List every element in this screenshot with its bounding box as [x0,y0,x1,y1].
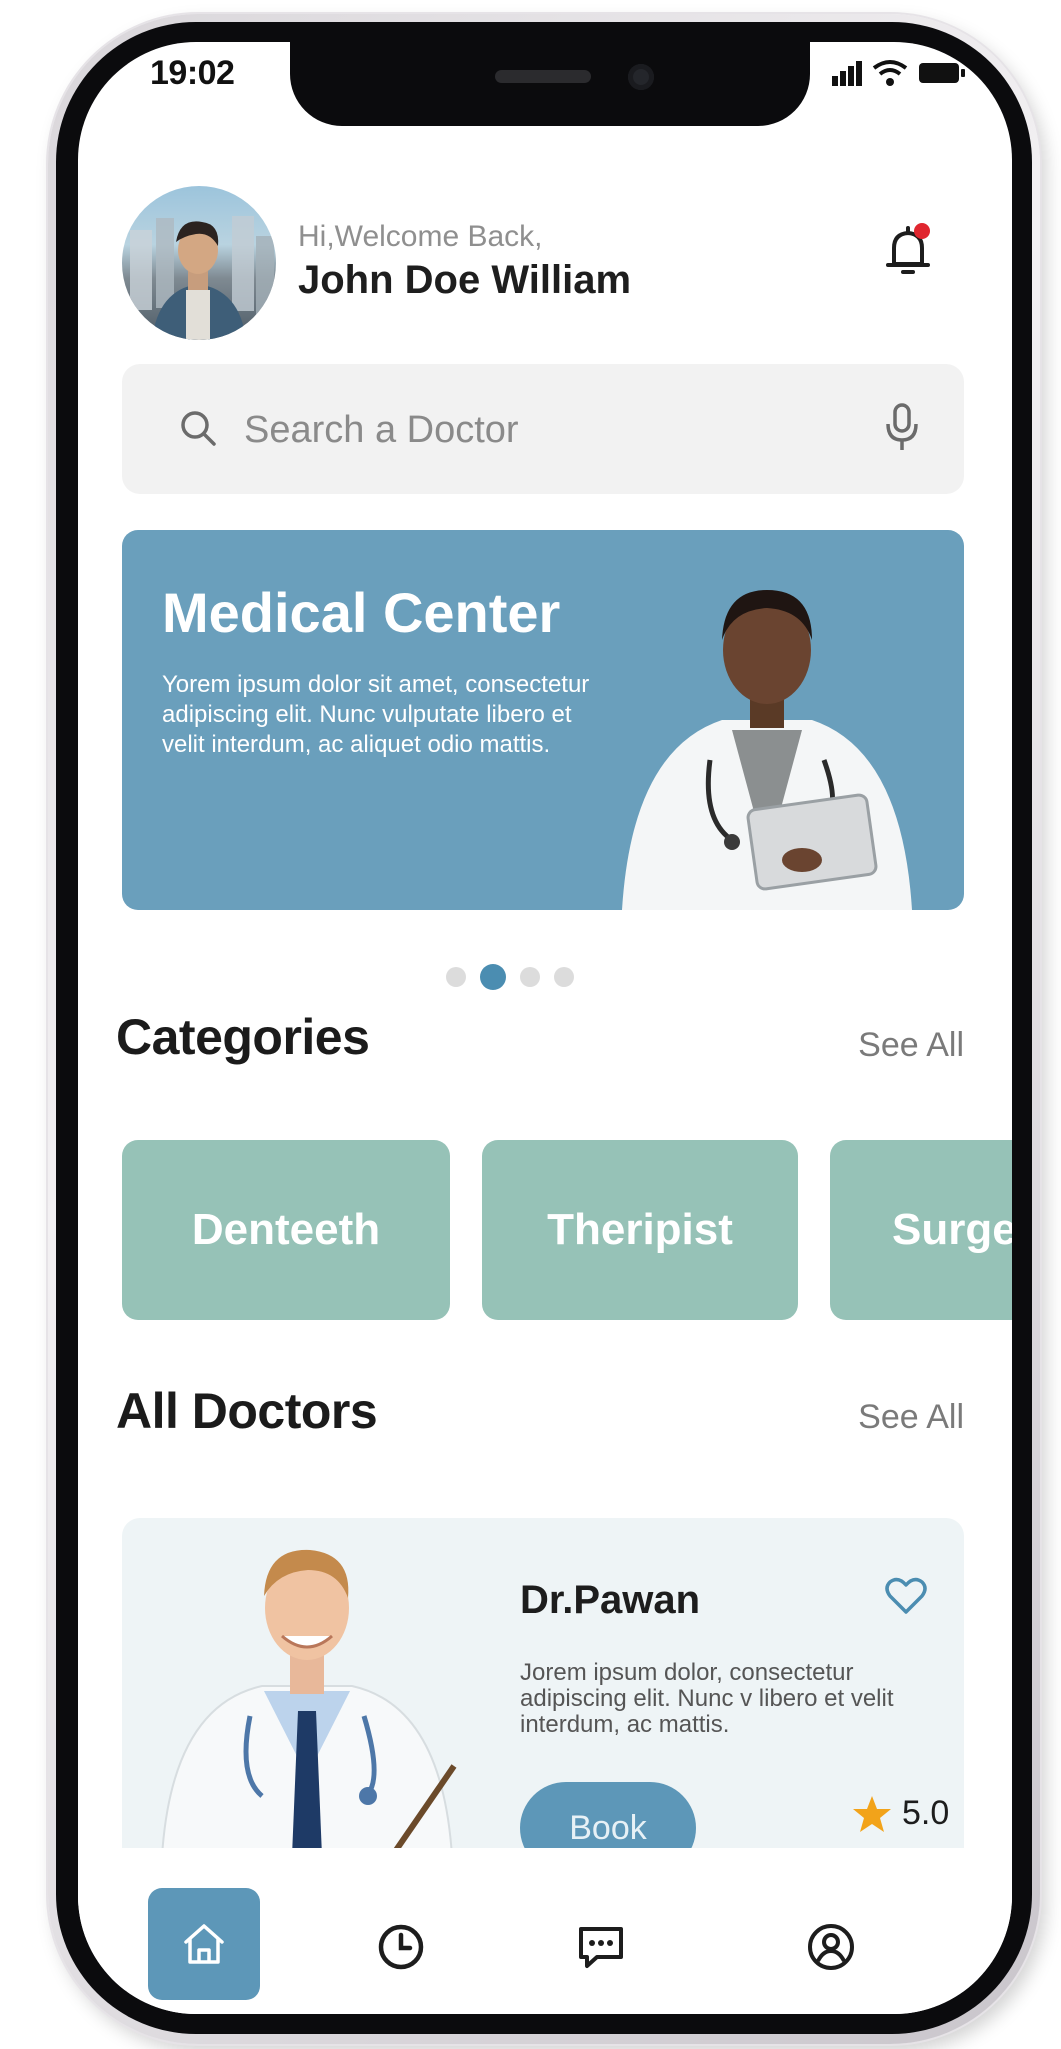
doctor-description: Jorem ipsum dolor, consectetur adipiscin… [520,1659,894,1738]
category-label: Surge [892,1205,1012,1254]
category-card-denteeth[interactable]: Denteeth [122,1140,450,1320]
banner-title: Medical Center [162,581,561,644]
notification-dot [914,223,930,239]
nav-profile-button[interactable] [776,1892,886,2002]
category-label: Denteeth [191,1205,381,1254]
carousel-dot[interactable] [446,967,466,987]
doctor-illustration [622,590,912,910]
search-icon [181,411,216,446]
clock-icon [378,1924,424,1970]
profile-icon [808,1924,854,1970]
avatar-photo [130,216,274,340]
category-label: Theripist [547,1205,733,1254]
front-camera [628,64,654,90]
wifi-icon [872,60,908,86]
category-card-theripist[interactable]: Theripist [482,1140,798,1320]
status-icons [832,56,966,90]
doctor-rating: 5.0 [852,1794,949,1833]
carousel-dot-active[interactable] [480,964,506,990]
carousel-dot[interactable] [520,967,540,987]
categories-see-all-link[interactable]: See All [858,1026,964,1065]
signal-icon [832,61,862,86]
doctor-photo [161,1549,457,1848]
status-time: 19:02 [150,54,235,92]
microphone-icon[interactable] [884,402,920,454]
categories-title: Categories [116,1009,370,1065]
all-doctors-title: All Doctors [116,1383,378,1439]
search-bar[interactable] [122,364,964,494]
doctor-name: Dr.Pawan [520,1578,701,1622]
avatar[interactable] [122,186,276,340]
doctor-card[interactable]: Dr.Pawan Jorem ipsum dolor, consectetur … [122,1518,964,1848]
doctors-see-all-link[interactable]: See All [858,1398,964,1437]
bottom-navigation [78,1848,1012,2014]
favorite-heart-icon[interactable] [884,1576,928,1616]
speaker [495,70,591,83]
nav-messages-button[interactable] [546,1892,656,2002]
rating-value: 5.0 [902,1794,950,1832]
app-screen: 19:02 Hi,Welcome Back, John Doe William … [78,42,1012,2014]
notch [290,42,810,126]
user-name: John Doe William [298,258,632,302]
home-icon [184,1924,224,1964]
greeting-text: Hi,Welcome Back, [298,220,543,253]
carousel-dot[interactable] [554,967,574,987]
nav-home-button[interactable] [148,1888,260,2000]
category-card-surge[interactable]: Surge [830,1140,1012,1320]
nav-history-button[interactable] [346,1892,456,2002]
book-button[interactable]: Book [520,1782,696,1848]
banner-text: Yorem ipsum dolor sit amet, consectetur … [162,671,590,758]
carousel-indicator[interactable] [446,964,574,990]
chat-icon [579,1927,623,1968]
search-input[interactable] [242,404,846,456]
notification-bell-icon[interactable] [878,220,938,280]
star-icon [853,1795,891,1832]
promo-banner[interactable]: Medical Center Yorem ipsum dolor sit ame… [122,530,964,910]
battery-icon [919,63,965,83]
